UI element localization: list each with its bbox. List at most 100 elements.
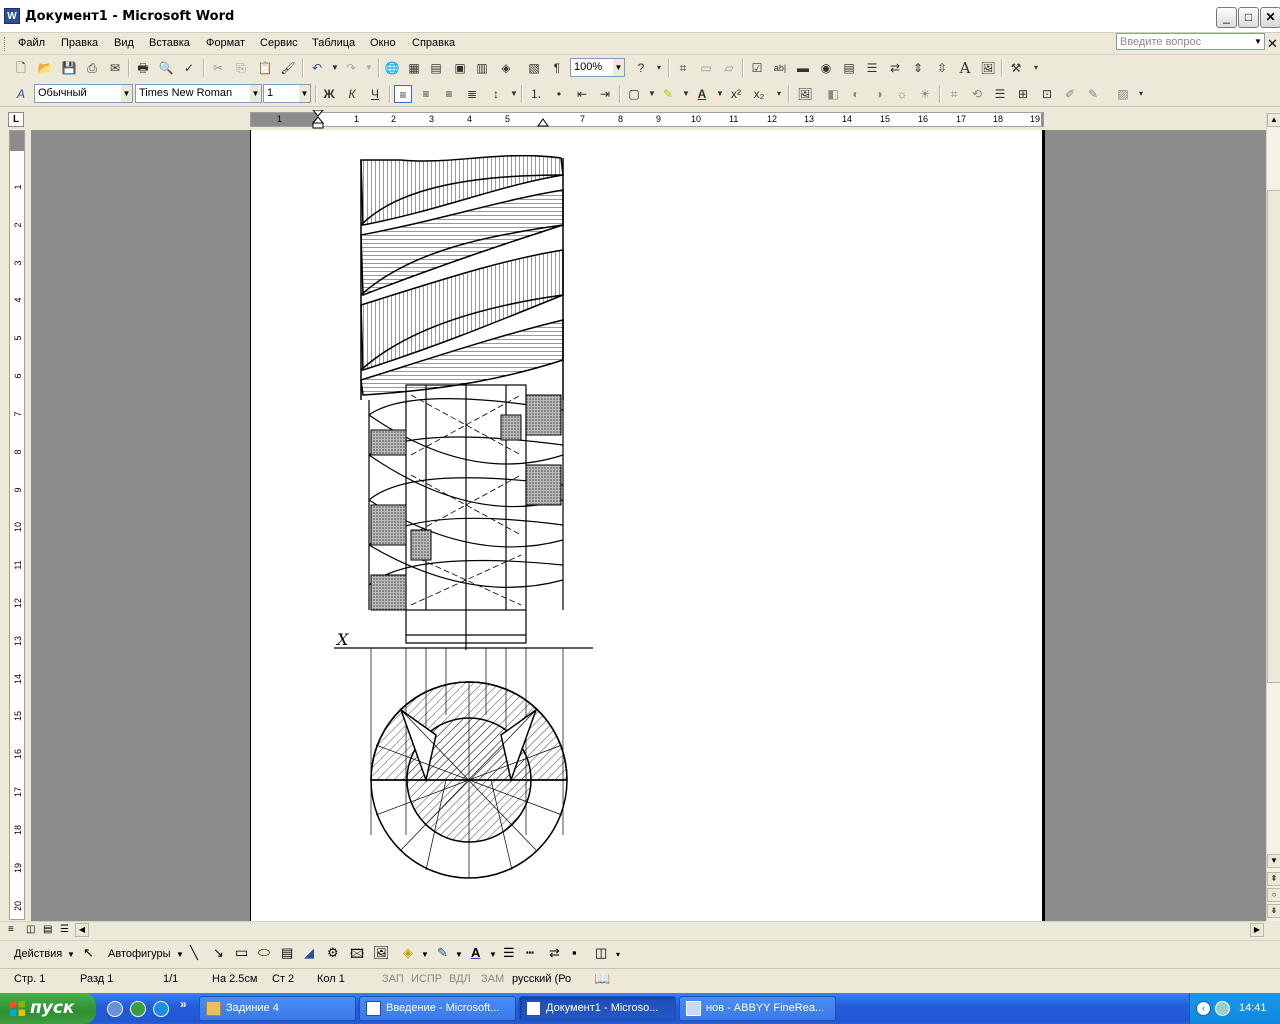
draw-font-color-icon[interactable]: A	[471, 945, 480, 960]
print-icon[interactable]: 🖶	[134, 59, 152, 77]
word-app-icon[interactable]: W	[4, 8, 20, 24]
picture-color-icon[interactable]: ◧	[824, 85, 842, 103]
shadow-style-icon[interactable]: ▪	[572, 945, 577, 960]
actions-dropdown-icon[interactable]: ▼	[67, 950, 75, 959]
menu-insert[interactable]: Вставка	[149, 37, 190, 49]
horizontal-scrollbar[interactable]: ≡ ◫ ▤ ☰ ◀ ▶	[0, 921, 1266, 938]
borders-icon[interactable]: ▢	[625, 85, 643, 103]
arrow-style-icon[interactable]: ⇄	[549, 945, 560, 961]
align-right-icon[interactable]: ≡	[440, 85, 458, 103]
highlight-icon[interactable]: ✎	[659, 85, 677, 103]
less-brightness-icon[interactable]: ☀	[916, 85, 934, 103]
document-page[interactable]: X	[250, 130, 1045, 921]
zoom-select[interactable]: 100% ▼	[570, 58, 625, 77]
status-language[interactable]: русский (Ро	[512, 973, 571, 985]
checkbox-form-icon[interactable]: ☑	[748, 59, 766, 77]
spin-icon[interactable]: ⇕	[909, 59, 927, 77]
list-form-icon[interactable]: ☰	[863, 59, 881, 77]
line-color-icon[interactable]: ✎	[437, 945, 448, 961]
right-indent-marker[interactable]	[537, 118, 549, 127]
quicklaunch-messenger-icon[interactable]	[153, 1001, 169, 1017]
3d-style-icon[interactable]: ◫	[595, 945, 607, 961]
status-track-changes[interactable]: ИСПР	[411, 973, 442, 985]
taskbar-item-active[interactable]: Документ1 - Microso...	[519, 996, 676, 1021]
help-question-input[interactable]: Введите вопрос ▼	[1116, 33, 1265, 50]
line-style-icon[interactable]: ☰	[991, 85, 1009, 103]
scroll-up-icon[interactable]: ▲	[1267, 113, 1280, 127]
minimize-button[interactable]: _	[1216, 7, 1237, 28]
normal-view-icon[interactable]: ≡	[8, 924, 14, 935]
combo-form-icon[interactable]: ▤	[840, 59, 858, 77]
tables-borders-icon[interactable]: ▦	[405, 59, 423, 77]
scroll-icon[interactable]: ⇳	[933, 59, 951, 77]
align-center-icon[interactable]: ≡	[417, 85, 435, 103]
help-dropdown-arrow-icon[interactable]: ▼	[1253, 35, 1263, 48]
rectangle-tool-icon[interactable]: ▭	[235, 944, 248, 961]
bullets-icon[interactable]: •	[550, 85, 568, 103]
scroll-down-icon[interactable]: ▼	[1267, 854, 1280, 868]
less-contrast-icon[interactable]: ◑	[870, 85, 888, 103]
styles-icon[interactable]: A	[12, 85, 30, 103]
status-extend[interactable]: ВДЛ	[449, 973, 471, 985]
menu-file[interactable]: Файл	[18, 37, 45, 49]
line-style-tool-icon[interactable]: ☰	[503, 945, 515, 961]
bold-icon[interactable]: Ж	[320, 85, 338, 103]
menu-view[interactable]: Вид	[114, 37, 134, 49]
oval-tool-icon[interactable]: ⬭	[258, 944, 270, 961]
toolbar-options-icon[interactable]: ▾	[770, 85, 788, 103]
picture-tool-icon[interactable]: 🖼	[373, 945, 390, 961]
style-dropdown-icon[interactable]: ▼	[121, 85, 132, 102]
redo-icon[interactable]: ↷	[342, 59, 360, 77]
show-formatting-icon[interactable]: ¶	[548, 59, 566, 77]
italic-icon[interactable]: К	[343, 85, 361, 103]
save-icon[interactable]: 💾	[60, 59, 78, 77]
picture-icon[interactable]: 🖼	[979, 59, 997, 77]
arrow-tool-icon[interactable]: ↘	[213, 945, 224, 961]
compress-icon[interactable]: ⊞	[1014, 85, 1032, 103]
close-button[interactable]: ✕	[1260, 7, 1280, 28]
insert-excel-icon[interactable]: ▣	[451, 59, 469, 77]
line-form-icon[interactable]: ▬	[794, 59, 812, 77]
insert-table-icon[interactable]: ▤	[427, 59, 445, 77]
menu-grip[interactable]	[4, 37, 7, 51]
wordart-icon[interactable]: A	[956, 59, 974, 77]
font-color-icon[interactable]: A	[693, 85, 711, 103]
open-icon[interactable]: 📂	[36, 59, 54, 77]
print-preview-icon[interactable]: 🔍	[157, 59, 175, 77]
next-page-icon[interactable]: ⇟	[1267, 904, 1280, 918]
outline-view-icon[interactable]: ☰	[60, 924, 69, 935]
maximize-button[interactable]: □	[1238, 7, 1259, 28]
columns-icon[interactable]: ▥	[473, 59, 491, 77]
drawbar-options-icon[interactable]: ▾	[616, 950, 620, 959]
comment-icon[interactable]: ▱	[720, 59, 738, 77]
actions-menu[interactable]: Действия	[14, 948, 62, 960]
new-document-icon[interactable]: 🗋	[12, 59, 30, 77]
text-wrap-icon[interactable]: ▨	[1114, 85, 1132, 103]
justify-icon[interactable]: ≣	[463, 85, 481, 103]
zoom-dropdown-icon[interactable]: ▼	[613, 59, 624, 76]
print-layout-icon[interactable]: ▤	[43, 924, 52, 935]
vertical-scrollbar[interactable]: ▲ ▼ ⇞ ○ ⇟	[1266, 112, 1280, 921]
menu-tools[interactable]: Сервис	[260, 37, 298, 49]
menu-format[interactable]: Формат	[206, 37, 245, 49]
graphics-icon[interactable]: ⌗	[674, 59, 692, 77]
menu-table[interactable]: Таблица	[312, 37, 355, 49]
transparent-color-icon[interactable]: ✐	[1061, 85, 1079, 103]
scroll-right-icon[interactable]: ▶	[1250, 923, 1264, 937]
font-dropdown-icon[interactable]: ▼	[250, 85, 261, 102]
text-field-icon[interactable]: ab|	[771, 59, 789, 77]
spelling-status-icon[interactable]: 📖	[594, 971, 610, 987]
status-overtype[interactable]: ЗАМ	[481, 973, 504, 985]
crop-icon[interactable]: ⌗	[945, 85, 963, 103]
autoshapes-dropdown-icon[interactable]: ▼	[176, 950, 184, 959]
taskbar-item[interactable]: Введение - Microsoft...	[359, 996, 516, 1021]
frame-icon[interactable]: ▭	[697, 59, 715, 77]
line-spacing-icon[interactable]: ↕	[487, 85, 505, 103]
font-select[interactable]: Times New Roman ▼	[135, 84, 262, 103]
select-objects-icon[interactable]: ↖	[83, 945, 94, 961]
radio-form-icon[interactable]: ◉	[817, 59, 835, 77]
format-picture-icon[interactable]: ⊡	[1038, 85, 1056, 103]
horizontal-ruler[interactable]: 1 1 2 3 4 5 7 8 9 10 11 12 13 14 15 16 1…	[250, 110, 1044, 130]
indent-marker[interactable]	[312, 110, 324, 130]
scroll-thumb[interactable]	[1267, 190, 1280, 683]
